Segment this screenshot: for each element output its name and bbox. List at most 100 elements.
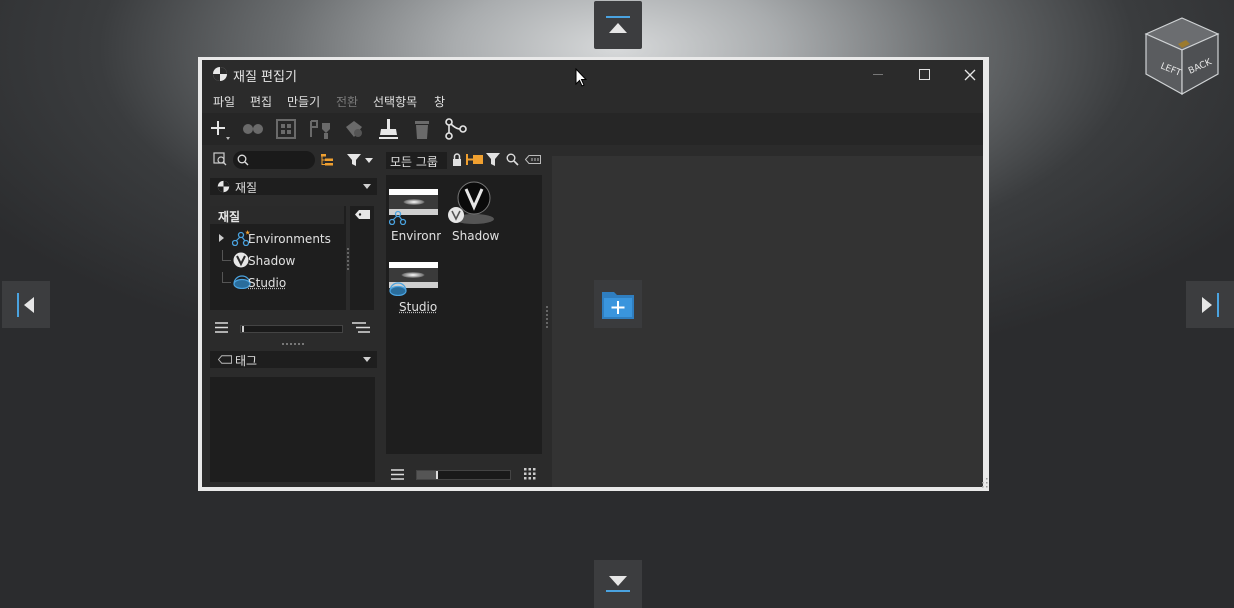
shader-button[interactable] — [342, 117, 366, 141]
thumbnail-label: Environm — [391, 229, 441, 243]
arrow-left-icon — [24, 296, 34, 313]
grid-view-icon[interactable] — [524, 468, 536, 480]
tag-dropdown-label: 태그 — [235, 354, 258, 368]
mouse-cursor-icon — [575, 68, 587, 87]
material-library-panel: 모든 그룹 Environ Shadow Studio — [386, 148, 544, 487]
link-icon[interactable] — [466, 154, 483, 165]
shader-icon — [346, 121, 362, 137]
tag-icon — [218, 355, 232, 364]
tree-item-label: Shadow — [248, 254, 296, 268]
window-title: 재질 편집기 — [233, 70, 297, 85]
viewport-nav-up-button[interactable] — [594, 1, 642, 49]
node-graph-button[interactable] — [444, 117, 468, 141]
window-resize-grip[interactable] — [979, 477, 989, 489]
material-type-dropdown[interactable]: 재질 — [210, 178, 377, 195]
expand-arrow-icon[interactable] — [219, 234, 224, 242]
material-tree-panel: 재질 재질 Environments Shadow Studio 태그 — [210, 148, 378, 487]
material-sphere-icon — [217, 180, 230, 193]
filter-icon[interactable] — [486, 153, 500, 166]
minimize-button[interactable] — [855, 60, 901, 89]
list-view-icon[interactable] — [215, 322, 228, 333]
filter-icon[interactable] — [346, 153, 374, 167]
tree-item-environments[interactable]: Environments — [210, 228, 344, 249]
minimize-icon — [873, 74, 883, 75]
tree-header-label: 재질 — [218, 210, 241, 224]
tag-column — [350, 206, 374, 310]
menu-edit[interactable]: 편집 — [250, 93, 272, 110]
close-icon — [964, 69, 976, 80]
delete-button[interactable] — [410, 117, 434, 141]
studio-icon — [389, 282, 407, 296]
group-filter-label: 모든 그룹 — [390, 155, 438, 169]
zoom-slider[interactable] — [240, 325, 343, 333]
material-type-label: 재질 — [235, 181, 258, 195]
close-button[interactable] — [947, 60, 983, 89]
maximize-button[interactable] — [901, 60, 947, 89]
new-folder-button[interactable] — [594, 280, 642, 328]
thumbnail-size-slider[interactable] — [416, 470, 511, 480]
chevron-down-icon — [363, 184, 371, 189]
menu-create[interactable]: 만들기 — [287, 93, 320, 110]
add-folder-icon — [602, 292, 634, 319]
light-glow — [403, 199, 425, 205]
add-icon — [211, 121, 230, 140]
add-button[interactable] — [207, 117, 231, 141]
tag-dropdown[interactable]: 태그 — [210, 351, 377, 368]
toolbar — [202, 113, 983, 145]
hierarchy-icon[interactable] — [320, 153, 334, 167]
clean-up-icon — [379, 119, 398, 139]
tree-item-studio[interactable]: Studio — [210, 272, 344, 293]
slider-handle[interactable] — [436, 471, 438, 479]
menu-file[interactable]: 파일 — [213, 93, 235, 110]
resize-grip[interactable] — [546, 306, 550, 328]
tag-icon[interactable] — [525, 155, 541, 164]
tree-item-shadow[interactable]: Shadow — [210, 250, 344, 271]
detail-view-icon[interactable] — [352, 322, 370, 333]
slider-fill — [417, 471, 436, 479]
delete-icon — [415, 121, 429, 139]
menu-bar: 파일 편집 만들기 전환 선택항목 창 — [202, 89, 983, 113]
search-input[interactable] — [233, 151, 315, 169]
thumbnail-studio[interactable]: Studio — [389, 262, 439, 320]
tag-icon[interactable] — [355, 210, 370, 219]
grid-select-button[interactable] — [274, 117, 298, 141]
view-cube-icon[interactable]: LEFT BACK — [1140, 16, 1224, 98]
clean-up-button[interactable] — [376, 117, 400, 141]
group-filter-dropdown[interactable]: 모든 그룹 — [386, 152, 447, 169]
thumbnail-label: Studio — [399, 300, 438, 314]
assign-button[interactable] — [308, 117, 332, 141]
arrow-up-icon — [609, 23, 627, 33]
tree-connector — [222, 250, 231, 261]
accent-bar — [1217, 293, 1219, 317]
search-icon[interactable] — [506, 153, 519, 166]
search-filter-icon[interactable] — [213, 152, 227, 166]
list-view-icon[interactable] — [391, 469, 404, 480]
menu-window[interactable]: 창 — [434, 93, 445, 110]
resize-grip[interactable] — [347, 248, 351, 270]
node-graph-icon — [445, 118, 467, 140]
viewport-nav-right-button[interactable] — [1186, 281, 1234, 328]
material-tree: 재질 Environments Shadow Studio — [210, 206, 346, 310]
maximize-icon — [918, 69, 930, 80]
viewport-nav-left-button[interactable] — [2, 281, 50, 328]
light-glow — [401, 272, 425, 278]
title-bar[interactable]: 재질 편집기 — [202, 60, 983, 89]
grid-select-icon — [276, 119, 296, 139]
tree-item-label: Studio — [248, 276, 287, 290]
search-icon — [237, 154, 249, 166]
tree-connector — [222, 272, 231, 283]
accent-bar — [606, 590, 630, 592]
accent-bar — [606, 16, 630, 18]
shadow-v-icon — [233, 252, 249, 268]
lock-icon[interactable] — [452, 153, 462, 166]
menu-selection[interactable]: 선택항목 — [373, 93, 417, 110]
thumbnail-shadow[interactable]: Shadow — [446, 181, 504, 245]
slider-handle[interactable] — [242, 326, 244, 332]
viewport-nav-down-button[interactable] — [594, 560, 642, 608]
tree-item-label: Environments — [248, 232, 331, 246]
splitter-grip[interactable] — [282, 343, 304, 345]
material-sphere-icon — [213, 67, 227, 81]
menu-convert[interactable]: 전환 — [336, 93, 358, 110]
thumbnail-environments[interactable]: Environm — [389, 189, 441, 245]
toggle-button[interactable] — [241, 117, 265, 141]
